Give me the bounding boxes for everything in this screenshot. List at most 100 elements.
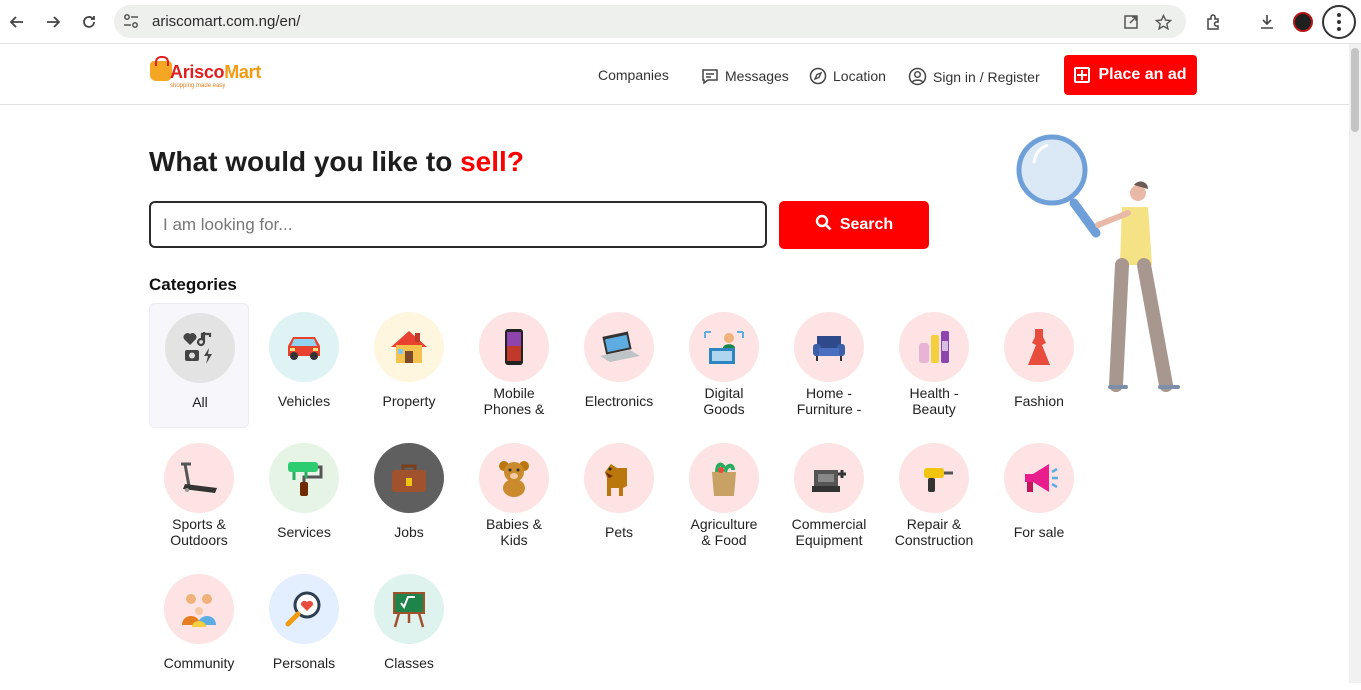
- category-fashion[interactable]: Fashion: [989, 303, 1089, 428]
- forward-icon[interactable]: [40, 9, 66, 35]
- categories-heading: Categories: [149, 275, 237, 294]
- category-label: Repair & Construction: [894, 516, 974, 548]
- category-pets[interactable]: Pets: [569, 434, 669, 559]
- search-input[interactable]: [149, 201, 767, 248]
- downloads-icon[interactable]: [1255, 10, 1279, 34]
- nav-location-label: Location: [833, 68, 886, 84]
- dress-icon: [1004, 312, 1074, 382]
- category-all[interactable]: All: [149, 303, 249, 428]
- category-label: Classes: [384, 655, 434, 671]
- page-title: What would you like to sell?: [149, 146, 524, 177]
- paint-roller-icon: [269, 443, 339, 513]
- category-community[interactable]: Community: [149, 565, 249, 690]
- open-in-app-icon[interactable]: [1121, 12, 1141, 32]
- category-agriculture[interactable]: Agriculture & Food: [674, 434, 774, 559]
- category-label: Sports & Outdoors: [170, 516, 228, 548]
- armchair-icon: [794, 312, 864, 382]
- category-services[interactable]: Services: [254, 434, 354, 559]
- category-label: For sale: [1013, 524, 1065, 540]
- nav-messages-label: Messages: [725, 68, 789, 84]
- category-health[interactable]: Health - Beauty: [884, 303, 984, 428]
- category-label: Commercial Equipment: [791, 516, 867, 548]
- url-text[interactable]: ariscomart.com.ng/en/: [152, 13, 300, 30]
- logo-tagline: shopping made easy: [170, 83, 226, 89]
- treadmill-icon: [164, 443, 234, 513]
- place-ad-label: Place an ad: [1098, 66, 1187, 83]
- category-commercial[interactable]: Commercial Equipment: [779, 434, 879, 559]
- extensions-icon[interactable]: [1202, 10, 1226, 34]
- user-icon: [908, 67, 927, 86]
- all-icon: [165, 313, 235, 383]
- dog-icon: [584, 443, 654, 513]
- category-label: Services: [277, 524, 331, 540]
- category-for-sale[interactable]: For sale: [989, 434, 1089, 559]
- browser-toolbar: ariscomart.com.ng/en/: [0, 0, 1361, 44]
- reload-icon[interactable]: [76, 9, 102, 35]
- category-classes[interactable]: Classes: [359, 565, 459, 690]
- grocery-bag-icon: [689, 443, 759, 513]
- nav-signin[interactable]: Sign in / Register: [908, 67, 1040, 86]
- megaphone-icon: [1004, 443, 1074, 513]
- digital-goods-icon: [689, 312, 759, 382]
- category-label: Health - Beauty: [909, 385, 959, 417]
- laptop-icon: [584, 312, 654, 382]
- page-scrollbar[interactable]: [1349, 44, 1361, 683]
- nav-location[interactable]: Location: [809, 67, 886, 85]
- category-babies[interactable]: Babies & Kids: [464, 434, 564, 559]
- place-ad-button[interactable]: Place an ad: [1064, 55, 1197, 95]
- scrollbar-thumb[interactable]: [1351, 48, 1359, 132]
- site-header: AriscoMart shopping made easy Companies …: [0, 45, 1349, 105]
- teddy-bear-icon: [479, 443, 549, 513]
- category-label: Babies & Kids: [485, 516, 543, 548]
- category-label: Agriculture & Food: [690, 516, 758, 548]
- ariscomart-logo[interactable]: AriscoMart shopping made easy: [150, 56, 270, 93]
- message-icon: [701, 67, 719, 85]
- category-label: Digital Goods: [703, 385, 745, 417]
- compass-icon: [809, 67, 827, 85]
- category-repair[interactable]: Repair & Construction: [884, 434, 984, 559]
- category-label: Personals: [272, 655, 336, 671]
- cosmetics-icon: [899, 312, 969, 382]
- category-label: Property: [382, 393, 436, 409]
- category-label: Pets: [604, 524, 633, 540]
- search-icon: [815, 214, 832, 236]
- category-home[interactable]: Home - Furniture -: [779, 303, 879, 428]
- people-icon: [164, 574, 234, 644]
- category-label: All: [192, 394, 208, 410]
- category-personals[interactable]: Personals: [254, 565, 354, 690]
- category-label: Home - Furniture -: [796, 385, 862, 417]
- search-button[interactable]: Search: [779, 201, 929, 249]
- back-icon[interactable]: [4, 9, 30, 35]
- site-settings-icon[interactable]: [122, 12, 140, 30]
- search-button-label: Search: [839, 216, 894, 233]
- logo-text: AriscoMart: [170, 62, 262, 82]
- category-vehicles[interactable]: Vehicles: [254, 303, 354, 428]
- plus-icon: [1074, 67, 1091, 83]
- browser-menu-icon[interactable]: [1322, 5, 1356, 39]
- heart-magnifier-icon: [269, 574, 339, 644]
- category-label: Community: [163, 655, 235, 671]
- chalkboard-icon: [374, 574, 444, 644]
- category-label: Vehicles: [277, 393, 331, 409]
- category-digital[interactable]: Digital Goods: [674, 303, 774, 428]
- category-jobs[interactable]: Jobs: [359, 434, 459, 559]
- briefcase-icon: [374, 443, 444, 513]
- nav-signin-label: Sign in / Register: [933, 68, 1040, 85]
- category-property[interactable]: Property: [359, 303, 459, 428]
- category-label: Fashion: [1014, 393, 1064, 409]
- phone-icon: [479, 312, 549, 382]
- category-label: Electronics: [584, 393, 654, 409]
- car-icon: [269, 312, 339, 382]
- nav-companies[interactable]: Companies: [598, 67, 669, 83]
- category-sports[interactable]: Sports & Outdoors: [149, 434, 249, 559]
- address-bar[interactable]: ariscomart.com.ng/en/: [114, 5, 1186, 38]
- house-icon: [374, 312, 444, 382]
- nav-messages[interactable]: Messages: [701, 67, 789, 85]
- shopping-bag-icon: [150, 56, 172, 81]
- category-electronics[interactable]: Electronics: [569, 303, 669, 428]
- profile-avatar[interactable]: [1293, 12, 1313, 32]
- bookmark-star-icon[interactable]: [1153, 12, 1173, 32]
- category-mobile[interactable]: Mobile Phones &: [464, 303, 564, 428]
- category-label: Mobile Phones &: [483, 385, 545, 417]
- drill-icon: [899, 443, 969, 513]
